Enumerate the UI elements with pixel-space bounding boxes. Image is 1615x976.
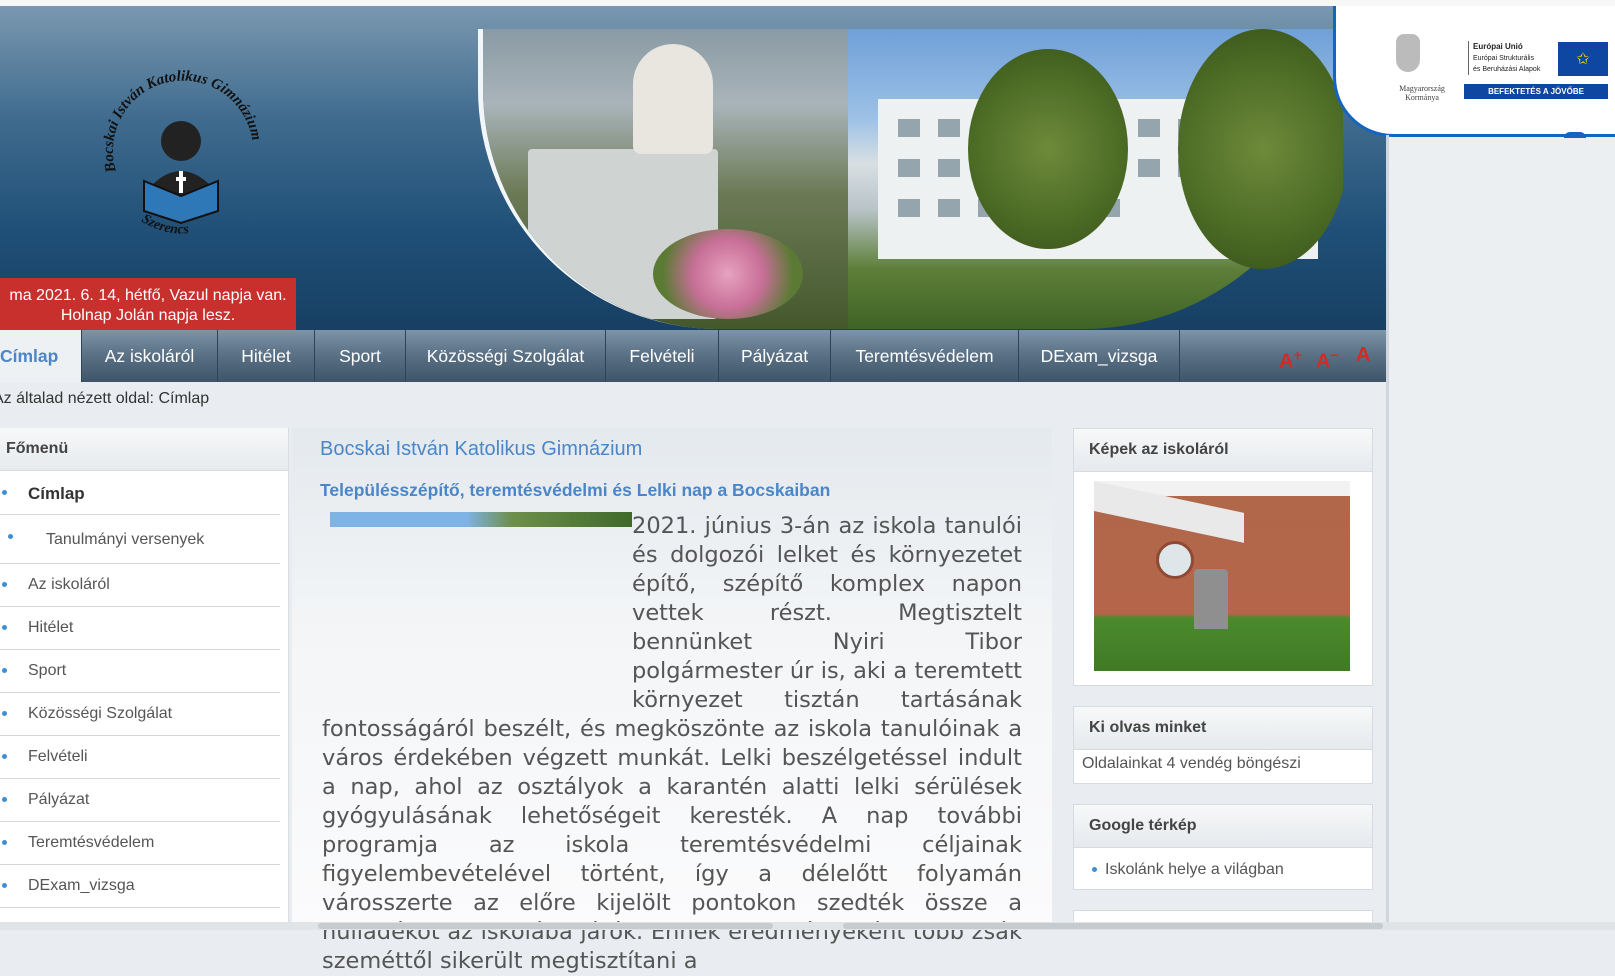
nav-item-cimlap[interactable]: Címlap xyxy=(0,330,82,382)
eu-line-2: Európai Strukturális xyxy=(1473,55,1535,62)
hungarian-crest-icon xyxy=(1396,34,1420,72)
bullet-icon xyxy=(2,711,7,716)
menu-item-felveteli[interactable]: Felvételi xyxy=(0,736,280,779)
menu-item-kozossegi-szolgalat[interactable]: Közösségi Szolgálat xyxy=(0,693,280,736)
nav-item-sport[interactable]: Sport xyxy=(315,330,406,382)
left-menu: Főmenü Címlap Tanulmányi versenyek Az is… xyxy=(0,428,289,930)
bullet-icon xyxy=(2,582,7,587)
statue-photo xyxy=(483,29,848,329)
nav-item-az-iskolarol[interactable]: Az iskoláról xyxy=(82,330,218,382)
school-logo[interactable]: Bocskai István Katolikus Gimnázium Szere… xyxy=(96,61,266,251)
eu-funding-badge[interactable]: Magyarország Kormánya Európai Unió Európ… xyxy=(1333,6,1615,138)
date-line-1: ma 2021. 6. 14, hétfő, Vazul napja van. xyxy=(9,287,287,304)
article-body: 2021. június 3-án az iskola tanulói és d… xyxy=(322,512,1022,976)
pictures-title: Képek az iskoláról xyxy=(1074,429,1372,472)
bullet-icon xyxy=(2,797,7,802)
readers-title: Ki olvas minket xyxy=(1074,707,1372,750)
page-title: Bocskai István Katolikus Gimnázium xyxy=(320,438,643,460)
site-header: Bocskai István Katolikus Gimnázium Szere… xyxy=(0,6,1386,330)
header-photo xyxy=(478,29,1343,329)
menu-item-az-iskolarol[interactable]: Az iskoláról xyxy=(0,564,280,607)
nav-item-kozossegi-szolgalat[interactable]: Közösségi Szolgálat xyxy=(406,330,606,382)
bullet-icon xyxy=(2,625,7,630)
bullet-icon xyxy=(2,883,7,888)
menu-item-palyazat[interactable]: Pályázat xyxy=(0,779,280,822)
font-decrease-button[interactable]: A− xyxy=(1316,330,1339,382)
right-background xyxy=(1386,6,1615,930)
eu-title: Európai Unió xyxy=(1473,42,1523,51)
left-menu-title: Főmenü xyxy=(0,428,288,471)
nav-item-palyazat[interactable]: Pályázat xyxy=(719,330,831,382)
bullet-icon xyxy=(8,534,13,539)
pictures-box: Képek az iskoláról xyxy=(1073,428,1373,686)
nav-item-hitelet[interactable]: Hitélet xyxy=(218,330,315,382)
name-day-box: ma 2021. 6. 14, hétfő, Vazul napja van. … xyxy=(0,278,296,330)
font-reset-button[interactable]: A xyxy=(1356,330,1370,382)
scrollbar-thumb[interactable] xyxy=(318,923,773,929)
menu-item-sport[interactable]: Sport xyxy=(0,650,280,693)
article-title-link[interactable]: Településszépítő, teremtésvédelmi és Lel… xyxy=(320,480,830,501)
menu-item-cimlap[interactable]: Címlap xyxy=(0,472,280,515)
page-edge xyxy=(1386,135,1389,925)
scroll-top-icon[interactable] xyxy=(1564,132,1586,138)
bullet-icon xyxy=(2,668,7,673)
gov-line-1: Magyarország xyxy=(1399,84,1445,93)
nav-item-felveteli[interactable]: Felvételi xyxy=(606,330,719,382)
bullet-icon xyxy=(2,490,7,495)
bullet-icon xyxy=(2,840,7,845)
date-line-2: Holnap Jolán napja lesz. xyxy=(60,307,236,324)
map-box: Google térkép Iskolánk helye a világban xyxy=(1073,804,1373,890)
school-building-photo xyxy=(848,29,1343,329)
menu-item-hitelet[interactable]: Hitélet xyxy=(0,607,280,650)
gov-label: Magyarország Kormánya xyxy=(1382,84,1462,102)
nav-item-dexam-vizsga[interactable]: DExam_vizsga xyxy=(1019,330,1180,382)
nav-item-teremtesvedelem[interactable]: Teremtésvédelem xyxy=(831,330,1019,382)
menu-item-teremtesvedelem[interactable]: Teremtésvédelem xyxy=(0,822,280,865)
menu-item-dexam-vizsga[interactable]: DExam_vizsga xyxy=(0,865,280,908)
readers-count: Oldalainkat 4 vendég böngészi xyxy=(1082,755,1301,772)
horizontal-scrollbar[interactable] xyxy=(0,922,1615,930)
main-nav: Címlap Az iskoláról Hitélet Sport Közöss… xyxy=(0,330,1386,382)
eu-line-3: és Beruházási Alapok xyxy=(1473,66,1541,73)
eu-slogan: BEFEKTETÉS A JÖVŐBE xyxy=(1464,84,1608,99)
map-title: Google térkép xyxy=(1074,805,1372,848)
bullet-icon xyxy=(1092,867,1097,873)
map-link-label: Iskolánk helye a világban xyxy=(1105,861,1284,878)
scrollbar-thumb-2[interactable] xyxy=(843,923,1383,929)
readers-box: Ki olvas minket Oldalainkat 4 vendég bön… xyxy=(1073,706,1373,784)
portrait-head-icon xyxy=(161,121,201,161)
bullet-icon xyxy=(2,754,7,759)
font-increase-button[interactable]: A+ xyxy=(1279,330,1302,382)
gov-line-2: Kormánya xyxy=(1405,93,1439,102)
school-picture[interactable] xyxy=(1094,481,1350,671)
eu-flag-icon: ✩ xyxy=(1558,42,1608,76)
main-content: Bocskai István Katolikus Gimnázium Telep… xyxy=(292,428,1052,974)
map-link[interactable]: Iskolánk helye a világban xyxy=(1092,861,1284,879)
breadcrumb: Az általad nézett oldal: Címlap xyxy=(0,390,210,407)
eu-label: Európai Unió Európai Strukturális és Ber… xyxy=(1468,41,1558,75)
menu-item-tanulmanyi-versenyek[interactable]: Tanulmányi versenyek xyxy=(0,516,280,564)
